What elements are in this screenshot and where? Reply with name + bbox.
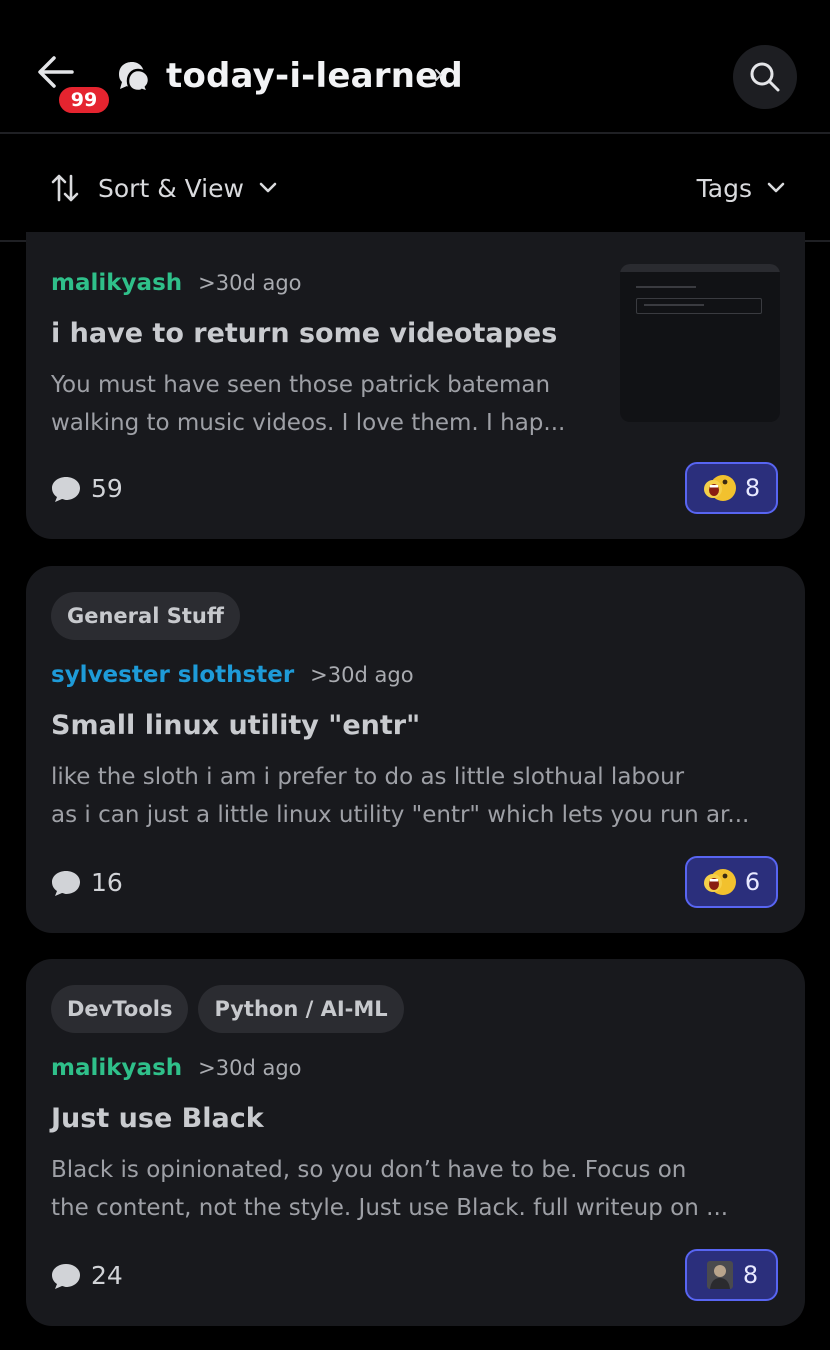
post-author[interactable]: malikyash (51, 270, 182, 296)
reaction-button[interactable]: 6 (685, 856, 778, 908)
post-meta: sylvester slothster >30d ago (51, 662, 414, 688)
search-icon (750, 62, 780, 92)
person-emoji-icon (706, 1261, 733, 1289)
reaction-button[interactable]: 8 (685, 1249, 778, 1301)
chevron-down-icon (767, 182, 785, 193)
screaming-emoji-icon (703, 475, 736, 501)
post-author[interactable]: malikyash (51, 1055, 182, 1081)
chat-bubble-icon (52, 1263, 80, 1289)
sort-filter-bar: Sort & View Tags (0, 136, 830, 242)
thumbnail-line (644, 304, 704, 306)
thumbnail-titlebar (620, 264, 780, 272)
tag-list: DevTools Python / AI-ML (51, 985, 404, 1033)
post-tag: DevTools (51, 985, 189, 1033)
excerpt-line: walking to music videos. I love them. I … (51, 410, 566, 436)
reaction-button[interactable]: 8 (685, 462, 778, 514)
sort-view-button[interactable]: Sort & View (50, 168, 278, 208)
post-meta: malikyash >30d ago (51, 270, 302, 296)
post-time: >30d ago (198, 1056, 302, 1080)
post-meta: malikyash >30d ago (51, 1055, 302, 1081)
post-author[interactable]: sylvester slothster (51, 662, 294, 688)
comment-count-area: 59 (51, 474, 123, 503)
post-card[interactable]: General Stuff sylvester slothster >30d a… (26, 566, 805, 933)
comment-count: 59 (91, 474, 123, 503)
post-excerpt: Black is opinionated, so you don’t have … (51, 1151, 786, 1227)
post-tag: General Stuff (51, 592, 240, 640)
excerpt-line: Black is opinionated, so you don’t have … (51, 1157, 687, 1183)
thumbnail-line (636, 286, 696, 288)
screaming-emoji-icon (703, 869, 736, 895)
post-card[interactable]: malikyash >30d ago i have to return some… (26, 232, 805, 539)
post-title: Small linux utility "entr" (51, 710, 421, 741)
post-title: i have to return some videotapes (51, 318, 558, 349)
reaction-count: 8 (742, 1261, 759, 1289)
channel-header: 99 today-i-learned (0, 0, 830, 134)
comment-count-area: 24 (51, 1261, 123, 1290)
excerpt-line: as i can just a little linux utility "en… (51, 802, 750, 828)
tags-label: Tags (696, 173, 752, 203)
channel-title[interactable]: today-i-learned (166, 56, 463, 96)
post-time: >30d ago (310, 663, 414, 687)
excerpt-line: the content, not the style. Just use Bla… (51, 1195, 729, 1221)
sort-arrows-icon (51, 174, 79, 202)
comment-count: 16 (91, 868, 123, 897)
chevron-down-icon (259, 182, 277, 193)
thumbnail-box (636, 298, 762, 314)
sort-view-label: Sort & View (98, 173, 244, 203)
search-button[interactable] (733, 45, 797, 109)
reaction-count: 6 (744, 868, 761, 896)
tags-filter-button[interactable]: Tags (697, 168, 786, 208)
post-thumbnail[interactable] (620, 264, 780, 422)
comment-count: 24 (91, 1261, 123, 1290)
chat-bubble-icon (52, 870, 80, 896)
post-tag: Python / AI-ML (198, 985, 404, 1033)
post-title: Just use Black (51, 1103, 264, 1134)
post-time: >30d ago (198, 271, 302, 295)
post-excerpt: You must have seen those patrick bateman… (51, 366, 591, 442)
chat-bubble-icon (52, 476, 80, 502)
chevron-right-icon[interactable] (432, 64, 446, 86)
notification-badge: 99 (56, 84, 112, 116)
forum-channel-icon (119, 62, 151, 94)
tag-list: General Stuff (51, 592, 240, 640)
reaction-count: 8 (744, 474, 761, 502)
post-excerpt: like the sloth i am i prefer to do as li… (51, 758, 786, 834)
excerpt-line: like the sloth i am i prefer to do as li… (51, 764, 685, 790)
excerpt-line: You must have seen those patrick bateman (51, 372, 551, 398)
comment-count-area: 16 (51, 868, 123, 897)
post-card[interactable]: DevTools Python / AI-ML malikyash >30d a… (26, 959, 805, 1326)
